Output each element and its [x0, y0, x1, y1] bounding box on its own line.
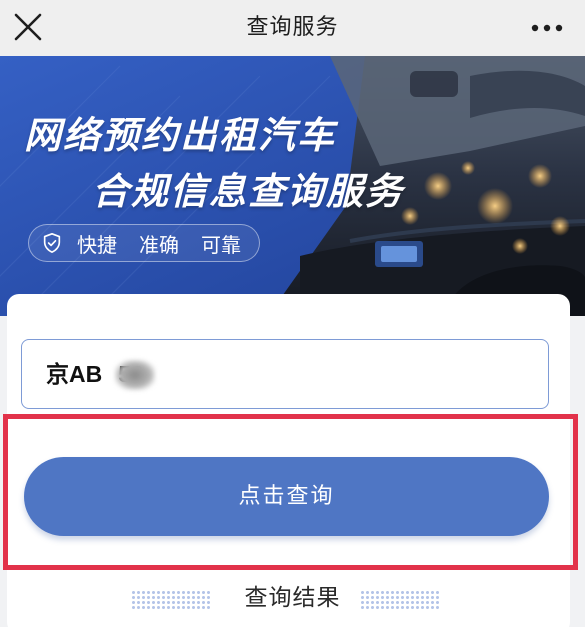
headline-line-1: 网络预约出租汽车 — [24, 114, 336, 157]
slogan-word: 快捷 — [77, 232, 117, 257]
hero-banner: 网络预约出租汽车 合规信息查询服务 快捷 准确 可靠 — [0, 56, 585, 316]
shield-check-icon — [43, 233, 61, 253]
slogan-word: 可靠 — [201, 232, 241, 257]
page: 查询服务 网络预约出租汽车 合规信息查询服务 快捷 准确 可靠 京AB 点击查询… — [0, 0, 585, 627]
page-title: 查询服务 — [246, 15, 339, 40]
slogan-pill: 快捷 准确 可靠 — [28, 224, 260, 262]
results-section-header: 查询结果 — [0, 572, 585, 622]
decorative-dots-right — [360, 590, 440, 610]
plate-number-input[interactable]: 京AB56 — [21, 339, 549, 409]
results-title: 查询结果 — [244, 585, 341, 611]
query-button[interactable]: 点击查询 — [24, 457, 549, 536]
headline-line-2: 合规信息查询服务 — [92, 170, 404, 213]
more-dots-icon[interactable] — [531, 20, 563, 36]
redacted-blur — [115, 360, 155, 390]
plate-number-prefix: 京AB — [46, 361, 103, 387]
banner-headline: 网络预约出租汽车 合规信息查询服务 — [0, 108, 410, 220]
top-bar: 查询服务 — [0, 0, 585, 56]
slogan-word: 准确 — [139, 232, 179, 257]
